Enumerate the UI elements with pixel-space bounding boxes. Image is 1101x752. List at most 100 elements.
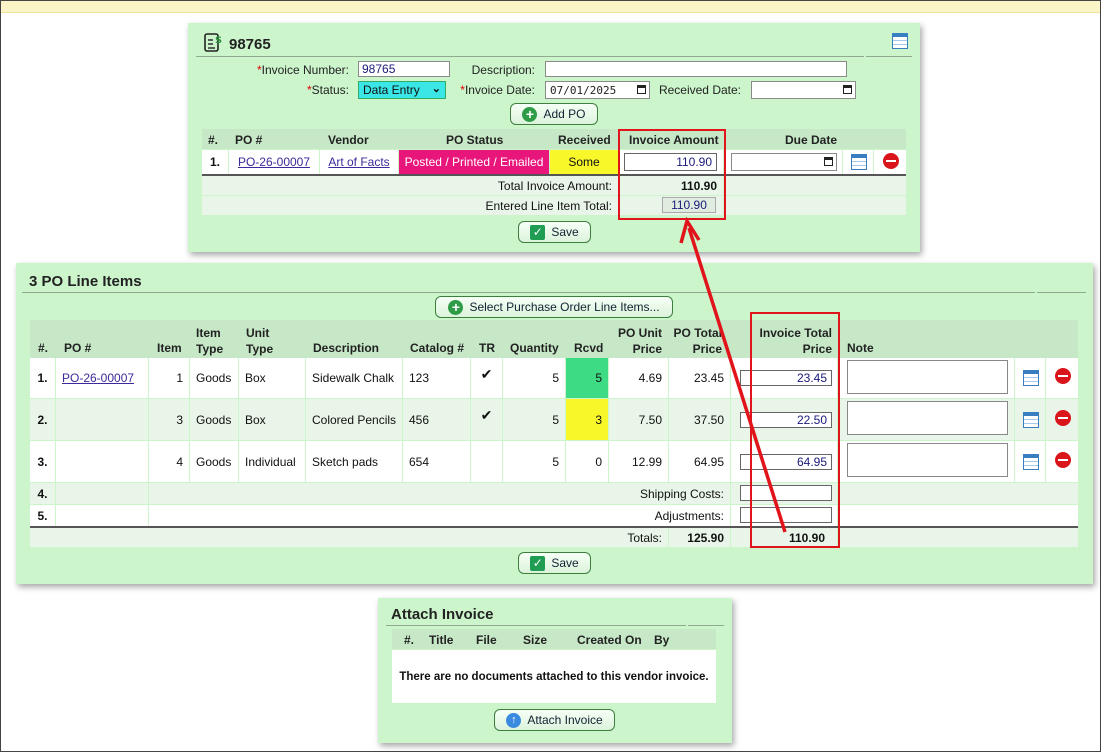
line-row-quantity: 5 (503, 399, 565, 440)
po-col-num: #. (208, 133, 219, 147)
remove-icon[interactable] (1055, 452, 1071, 468)
note-textarea[interactable] (847, 401, 1008, 435)
status-select[interactable]: Data Entry ⌄ (358, 81, 446, 99)
title-divider (22, 292, 1035, 293)
row5-po-filler (56, 505, 148, 526)
add-po-button[interactable]: + Add PO (510, 103, 598, 125)
invoice-date-label: *Invoice Date: (460, 83, 535, 97)
col-note: Note (847, 341, 874, 355)
due-date-field[interactable] (731, 153, 837, 171)
po-link[interactable]: PO-26-00007 (238, 155, 310, 169)
title-divider (386, 625, 686, 626)
row5-filler (838, 505, 1078, 526)
remove-icon[interactable] (1055, 368, 1071, 384)
line-row-unit-price: 7.50 (609, 399, 668, 440)
calendar-glyph-icon (824, 157, 833, 166)
po-status-badge: Posted / Printed / Emailed (399, 150, 549, 174)
remove-icon[interactable] (1055, 410, 1071, 426)
calendar-icon[interactable] (1023, 370, 1039, 386)
line-row-po: PO-26-00007 (56, 358, 148, 398)
col-unit-type: Unit Type (246, 326, 274, 356)
line-row-unit-type: Box (239, 358, 305, 398)
invoice-number-label: *Invoice Number: (256, 63, 349, 77)
line-row-unit-price: 4.69 (609, 358, 668, 398)
invoice-total-highlight (750, 312, 840, 548)
line-row-po (56, 399, 148, 440)
calendar-glyph-icon (637, 85, 646, 94)
po-total-sum: 125.90 (669, 528, 730, 547)
line-row-item: 1 (149, 358, 189, 398)
svg-text:$: $ (215, 35, 222, 46)
line-row-rcvd: 3 (566, 399, 608, 440)
line-row-unit-type: Individual (239, 441, 305, 482)
attach-invoice-button[interactable]: ↑ Attach Invoice (494, 709, 615, 731)
calendar-icon[interactable] (1023, 454, 1039, 470)
line-row-catalog: 456 (403, 399, 470, 440)
col-rcvd: Rcvd (574, 341, 604, 355)
line-row-quantity: 5 (503, 441, 565, 482)
calendar-glyph-icon (843, 85, 852, 94)
invoice-date-field[interactable]: 07/01/2025 (545, 81, 650, 99)
invoice-amount-highlight (618, 129, 726, 220)
note-textarea[interactable] (847, 360, 1008, 394)
row4-filler (838, 483, 1078, 504)
upload-icon: ↑ (506, 712, 522, 728)
line-row-unit-type: Box (239, 399, 305, 440)
line-row-po-total: 23.45 (669, 358, 730, 398)
line-row-catalog: 123 (403, 358, 470, 398)
description-field[interactable] (545, 61, 847, 77)
col-po: PO # (64, 341, 92, 355)
line-items-panel: 3 PO Line Items + Select Purchase Order L… (16, 263, 1093, 584)
line-row-num: 4. (30, 483, 55, 504)
line-row-description: Sidewalk Chalk (306, 358, 402, 398)
po-col-due-date: Due Date (785, 133, 838, 147)
line-row-item-type: Goods (190, 358, 238, 398)
po-row-vendor-cell: Art of Facts (320, 150, 398, 174)
line-row-tr: ✔ (471, 399, 502, 440)
check-icon: ✓ (530, 224, 546, 240)
line-row-num: 5. (30, 505, 55, 526)
line-row-tr: ✔ (471, 358, 502, 398)
line-row-description: Sketch pads (306, 441, 402, 482)
line-row-po (56, 441, 148, 482)
po-col-received: Received (558, 133, 611, 147)
line-row-tr (471, 441, 502, 482)
line-row-rcvd: 5 (566, 358, 608, 398)
po-col-vendor: Vendor (328, 133, 369, 147)
received-badge: Some (550, 150, 618, 174)
line-row-quantity: 5 (503, 358, 565, 398)
col-item: Item (157, 341, 182, 355)
total-row-filler (724, 176, 906, 195)
received-date-label: Received Date: (658, 83, 741, 97)
checkmark-icon: ✔ (480, 407, 493, 423)
invoice-title: 98765 (229, 36, 271, 53)
shipping-costs-label: Shipping Costs: (149, 483, 730, 504)
received-date-field[interactable] (751, 81, 856, 99)
attach-col-created: Created On (577, 633, 642, 647)
title-divider-right (866, 56, 912, 57)
select-po-line-items-button[interactable]: + Select Purchase Order Line Items... (435, 296, 673, 318)
totals-label: Totals: (30, 528, 668, 547)
invoice-number-field[interactable]: 98765 (358, 61, 450, 77)
checkmark-icon: ✔ (480, 365, 493, 382)
col-tr: TR (479, 341, 495, 355)
calendar-icon[interactable] (892, 33, 908, 49)
top-banner (1, 1, 1100, 13)
col-item-type: Item Type (196, 326, 224, 356)
invoice-icon: $ (204, 33, 222, 52)
title-divider (196, 56, 864, 57)
line-row-num: 3. (30, 441, 55, 482)
calendar-icon[interactable] (851, 154, 867, 170)
calendar-icon[interactable] (1023, 412, 1039, 428)
save-button[interactable]: ✓ Save (518, 552, 591, 574)
note-textarea[interactable] (847, 443, 1008, 477)
attach-col-title: Title (429, 633, 454, 647)
line-row-item-type: Goods (190, 399, 238, 440)
line-row-po-total: 37.50 (669, 399, 730, 440)
remove-icon[interactable] (883, 153, 899, 169)
po-link[interactable]: PO-26-00007 (62, 371, 134, 385)
save-button[interactable]: ✓ Save (518, 221, 591, 243)
col-po-total-price: PO Total Price (673, 326, 722, 356)
line-row-num: 2. (30, 399, 55, 440)
vendor-link[interactable]: Art of Facts (328, 155, 389, 169)
